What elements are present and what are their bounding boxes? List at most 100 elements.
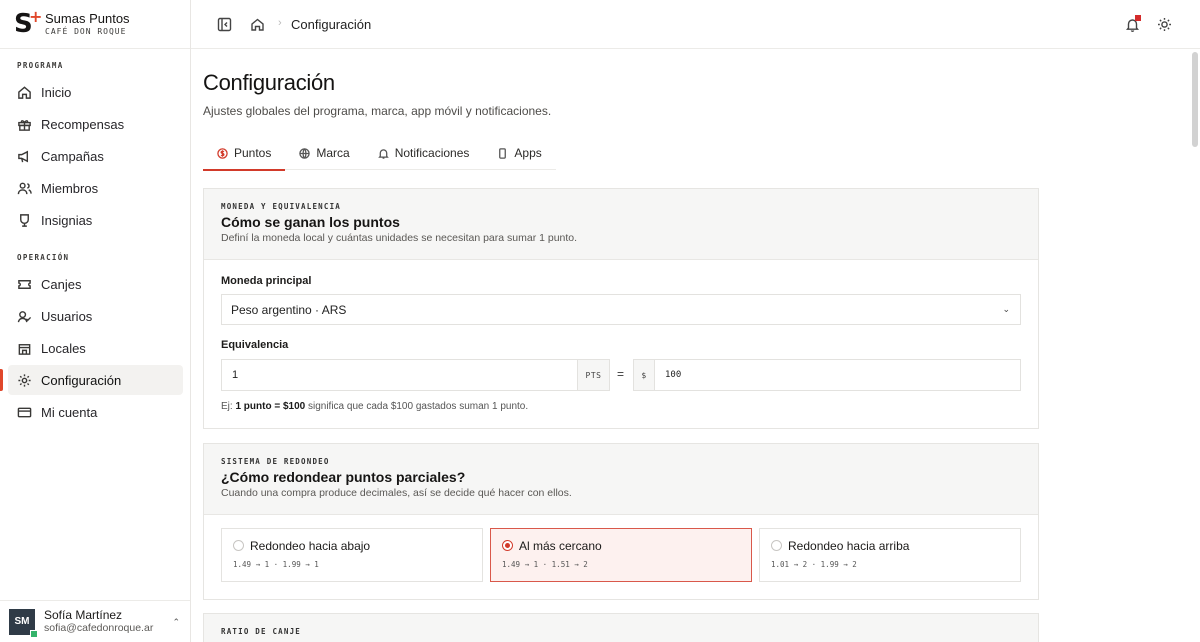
sidebar-item-label: Locales <box>41 340 86 356</box>
equals-sign: = <box>617 367 625 381</box>
currency-card: MONEDA Y EQUIVALENCIA Cómo se ganan los … <box>203 188 1039 429</box>
radio-button[interactable] <box>502 540 513 551</box>
sidebar-section-operacion: OPERACIÓN <box>17 253 70 262</box>
avatar: SM <box>9 608 38 638</box>
option-label: Redondeo hacia arriba <box>788 539 910 553</box>
sidebar-item-label: Canjes <box>41 276 82 292</box>
chevron-down-icon: ⌄ <box>1002 304 1010 314</box>
card-header: MONEDA Y EQUIVALENCIA Cómo se ganan los … <box>204 189 1038 260</box>
brand-header[interactable]: S + Sumas Puntos CAFÉ DON ROQUE <box>0 0 190 49</box>
currency-label: Moneda principal <box>221 275 312 287</box>
home-breadcrumb-icon[interactable] <box>250 17 265 32</box>
sidebar-item-label: Mi cuenta <box>41 404 98 420</box>
theme-toggle-icon[interactable] <box>1157 17 1172 32</box>
sidebar-item-label: Usuarios <box>41 308 93 324</box>
sidebar: S + Sumas Puntos CAFÉ DON ROQUE PROGRAMA … <box>0 0 191 642</box>
settings-tabs: Puntos Marca Notificaciones Apps <box>203 136 556 171</box>
sidebar-item-insignias[interactable]: Insignias <box>8 205 183 235</box>
phone-icon <box>499 147 507 159</box>
rounding-card: SISTEMA DE REDONDEO ¿Cómo redondear punt… <box>203 443 1039 600</box>
option-example: 1.01 → 2 · 1.99 → 2 <box>771 560 857 569</box>
points-unit-addon: PTS <box>577 360 609 390</box>
tab-label: Apps <box>514 146 542 160</box>
radio-button[interactable] <box>233 540 244 551</box>
hint-suffix: significa que cada $100 gastados suman 1… <box>305 401 529 412</box>
chevron-up-icon[interactable]: ⌃ <box>172 617 180 628</box>
sidebar-item-miembros[interactable]: Miembros <box>8 173 183 203</box>
page-title: Configuración <box>203 70 335 95</box>
users-icon <box>17 310 32 322</box>
page-scrollbar[interactable] <box>1192 52 1198 147</box>
sidebar-item-locales[interactable]: Locales <box>8 333 183 363</box>
sidebar-item-inicio[interactable]: Inicio <box>8 77 183 107</box>
sidebar-item-mi-cuenta[interactable]: Mi cuenta <box>8 397 183 427</box>
ratio-card: RATIO DE CANJE <box>203 613 1039 642</box>
avatar-initials: SM <box>14 616 30 627</box>
user-menu[interactable]: SM Sofía Martínez sofia@cafedonroque.ar … <box>0 600 190 642</box>
members-icon <box>17 182 32 194</box>
sidebar-item-recompensas[interactable]: Recompensas <box>8 109 183 139</box>
sidebar-item-campanas[interactable]: Campañas <box>8 141 183 171</box>
card-icon <box>17 407 32 417</box>
online-status-dot <box>30 629 38 638</box>
page-subtitle: Ajustes globales del programa, marca, ap… <box>203 104 552 118</box>
user-name: Sofía Martínez <box>44 608 123 622</box>
sidebar-item-label: Configuración <box>41 372 122 388</box>
tab-marca[interactable]: Marca <box>285 136 363 170</box>
currency-symbol-addon: $ <box>634 360 655 390</box>
card-eyebrow: MONEDA Y EQUIVALENCIA <box>221 202 342 211</box>
points-value: 1 <box>232 369 239 381</box>
hint-bold: 1 punto = $100 <box>235 401 306 412</box>
megaphone-icon <box>18 150 29 162</box>
breadcrumb-separator-icon: › <box>278 17 282 29</box>
rounding-option-up[interactable]: Redondeo hacia arriba 1.01 → 2 · 1.99 → … <box>759 528 1021 582</box>
card-title: ¿Cómo redondear puntos parciales? <box>221 469 466 485</box>
brand-logo-icon: S + <box>14 6 43 39</box>
hint-prefix: Ej: <box>221 401 236 412</box>
amount-input[interactable]: $ 100 <box>633 359 1021 391</box>
tab-label: Notificaciones <box>394 146 470 160</box>
breadcrumb-current: Configuración <box>291 17 372 32</box>
card-title: Cómo se ganan los puntos <box>221 214 400 230</box>
card-header: SISTEMA DE REDONDEO ¿Cómo redondear punt… <box>204 444 1038 515</box>
amount-value: 100 <box>665 370 682 380</box>
points-input[interactable]: 1 PTS <box>221 359 610 391</box>
option-example: 1.49 → 1 · 1.99 → 1 <box>233 560 319 569</box>
store-icon <box>18 343 31 355</box>
tab-apps[interactable]: Apps <box>483 136 555 170</box>
ticket-icon <box>18 279 31 289</box>
card-description: Cuando una compra produce decimales, así… <box>221 487 572 499</box>
home-icon <box>18 85 31 99</box>
option-example: 1.49 → 1 · 1.51 → 2 <box>502 560 588 569</box>
rounding-option-down[interactable]: Redondeo hacia abajo 1.49 → 1 · 1.99 → 1 <box>221 528 483 582</box>
card-eyebrow: SISTEMA DE REDONDEO <box>221 457 330 466</box>
currency-selected-value: Peso argentino · ARS <box>231 302 347 317</box>
active-indicator <box>0 369 3 391</box>
sidebar-item-label: Insignias <box>41 212 93 228</box>
sidebar-item-label: Miembros <box>41 180 99 196</box>
brand-name: Sumas Puntos <box>45 11 130 26</box>
tab-puntos[interactable]: Puntos <box>203 136 286 171</box>
sidebar-item-label: Inicio <box>41 84 72 100</box>
coin-icon <box>217 147 228 159</box>
sidebar-item-usuarios[interactable]: Usuarios <box>8 301 183 331</box>
sidebar-item-canjes[interactable]: Canjes <box>8 269 183 299</box>
sidebar-item-configuracion[interactable]: Configuración <box>8 365 183 395</box>
sidebar-item-label: Campañas <box>41 148 104 164</box>
user-email: sofia@cafedonroque.ar <box>44 622 154 634</box>
card-header: RATIO DE CANJE <box>204 614 1038 642</box>
bell-icon <box>377 148 389 159</box>
tab-label: Marca <box>316 146 350 160</box>
sidebar-section-programa: PROGRAMA <box>17 61 64 70</box>
collapse-sidebar-icon[interactable] <box>217 17 232 32</box>
radio-button[interactable] <box>771 540 782 551</box>
currency-select[interactable]: Peso argentino · ARS ⌄ <box>221 294 1021 325</box>
card-eyebrow: RATIO DE CANJE <box>221 627 302 636</box>
option-label: Al más cercano <box>519 539 602 553</box>
sidebar-item-label: Recompensas <box>41 116 125 132</box>
badge-icon <box>20 213 29 227</box>
rounding-option-nearest[interactable]: Al más cercano 1.49 → 1 · 1.51 → 2 <box>490 528 752 582</box>
equivalence-hint: Ej: 1 punto = $100 significa que cada $1… <box>221 401 528 412</box>
option-label: Redondeo hacia abajo <box>250 539 371 553</box>
tab-notificaciones[interactable]: Notificaciones <box>364 136 484 170</box>
